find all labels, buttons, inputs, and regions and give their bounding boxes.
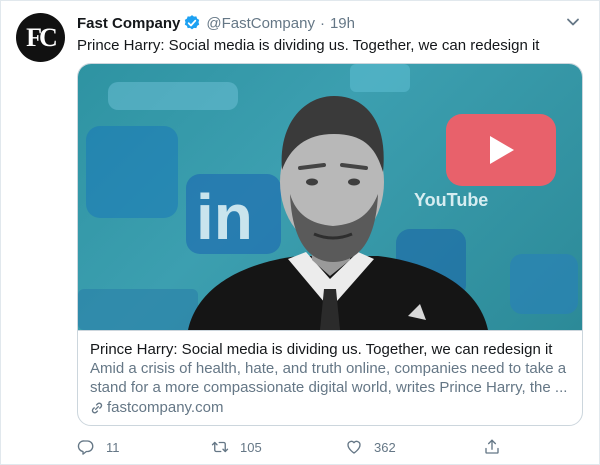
separator: ·: [319, 14, 325, 32]
reply-count: 11: [106, 439, 120, 455]
retweet-count: 105: [240, 439, 262, 455]
share-icon: [485, 439, 499, 454]
tweet[interactable]: FC Fast Company @FastCompany · 19h Princ…: [0, 0, 600, 465]
chevron-down-icon[interactable]: [565, 14, 581, 30]
tweet-header: Fast Company @FastCompany · 19h: [77, 13, 355, 33]
timestamp[interactable]: 19h: [330, 15, 355, 32]
account-name[interactable]: Fast Company: [77, 15, 180, 32]
avatar[interactable]: FC: [16, 13, 65, 62]
like-icon: [347, 440, 361, 454]
card-domain-text[interactable]: fastcompany.com: [107, 398, 223, 417]
card-illustration: in YouTube: [78, 64, 578, 330]
card-title[interactable]: Prince Harry: Social media is dividing u…: [90, 340, 570, 359]
card-domain[interactable]: fastcompany.com: [90, 398, 570, 417]
verified-badge-icon: [185, 15, 200, 30]
card-body[interactable]: Prince Harry: Social media is dividing u…: [78, 330, 582, 425]
card-image-text: YouTube: [414, 190, 488, 210]
reply-icon: [77, 440, 94, 455]
account-handle[interactable]: @FastCompany: [206, 15, 315, 32]
tweet-actions: 11 105 362: [77, 438, 507, 460]
svg-text:in: in: [196, 181, 253, 253]
card-image[interactable]: in YouTube: [78, 64, 582, 330]
reply-button[interactable]: 11: [77, 438, 120, 456]
link-icon: [91, 402, 103, 413]
retweet-button[interactable]: 105: [211, 438, 262, 456]
tweet-text: Prince Harry: Social media is dividing u…: [77, 37, 540, 54]
like-button[interactable]: 362: [345, 438, 396, 456]
share-button[interactable]: [483, 438, 512, 456]
like-count: 362: [374, 439, 396, 455]
retweet-icon: [211, 441, 229, 453]
card-description: Amid a crisis of health, hate, and truth…: [90, 360, 568, 396]
link-card[interactable]: in YouTube Prince Harry: Social media is…: [77, 63, 583, 426]
